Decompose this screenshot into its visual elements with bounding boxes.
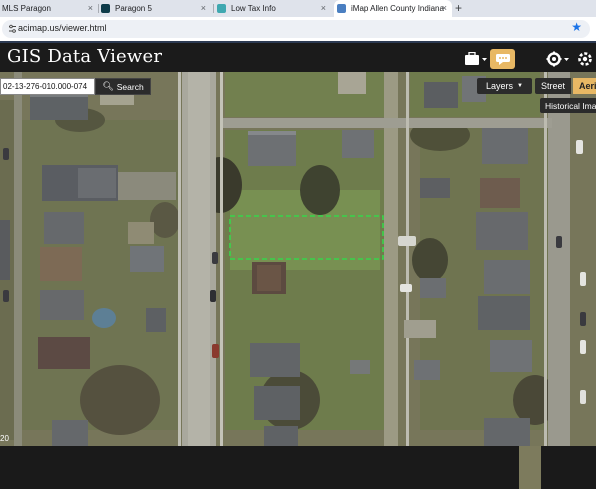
address-bar: acimap.us/viewer.html ★ <box>0 17 596 41</box>
chat-icon <box>495 53 510 65</box>
close-icon[interactable]: × <box>321 3 326 13</box>
parcel-search-input[interactable] <box>0 78 95 95</box>
settings-icon <box>578 52 592 66</box>
layers-label: Layers <box>486 81 514 91</box>
imap-favicon-icon <box>337 4 346 13</box>
tab-label: Low Tax Info <box>231 4 276 13</box>
tab-imap-allen-county[interactable]: iMap Allen County Indiana × <box>334 0 452 17</box>
search-button-label: Search <box>116 81 144 92</box>
tools-button[interactable] <box>545 49 571 69</box>
tab-label: iMap Allen County Indiana <box>351 4 444 13</box>
aerial-label: Aerial <box>579 81 596 91</box>
map-zoom-label: 20 <box>0 434 9 443</box>
tab-label: Paragon 5 <box>115 4 152 13</box>
new-tab-button[interactable]: + <box>455 1 462 15</box>
close-icon[interactable]: × <box>88 3 93 13</box>
browser-tab-strip: MLS Paragon × Paragon 5 × Low Tax Info ×… <box>0 0 596 17</box>
aerial-imagery <box>0 72 596 446</box>
parcel-search: 🔍︎ Search <box>0 78 151 95</box>
app-title: GIS Data Viewer <box>7 46 163 67</box>
tab-mls-paragon[interactable]: MLS Paragon × <box>0 0 98 17</box>
settings-button[interactable] <box>574 49 596 69</box>
briefcase-button[interactable] <box>462 49 490 69</box>
tab-separator <box>213 4 214 13</box>
tab-low-tax-info[interactable]: Low Tax Info × <box>217 0 331 17</box>
aerial-basemap-button[interactable]: Aerial <box>573 78 596 94</box>
search-button[interactable]: 🔍︎ Search <box>95 78 151 95</box>
tab-label: MLS Paragon <box>2 4 51 13</box>
briefcase-icon <box>465 52 487 65</box>
street-basemap-button[interactable]: Street <box>535 78 571 94</box>
tab-separator <box>98 4 99 13</box>
chat-button[interactable] <box>490 49 515 69</box>
paragon-favicon-icon <box>101 4 110 13</box>
layers-dropdown[interactable]: Layers ▼ <box>477 78 532 94</box>
star-icon[interactable]: ★ <box>571 20 582 34</box>
tools-icon <box>546 51 569 67</box>
historical-imagery-label: Historical Imagery <box>545 100 596 111</box>
close-icon[interactable]: × <box>201 3 206 13</box>
app-header: GIS Data Viewer <box>0 41 596 489</box>
omnibox[interactable]: acimap.us/viewer.html ★ <box>2 20 590 38</box>
search-icon: 🔍︎ <box>102 81 114 91</box>
chevron-down-icon: ▼ <box>517 83 523 89</box>
site-settings-icon[interactable] <box>8 24 17 34</box>
street-label: Street <box>540 81 565 91</box>
close-icon[interactable]: × <box>442 3 447 13</box>
aerial-map[interactable] <box>0 72 596 446</box>
tab-paragon-5[interactable]: Paragon 5 × <box>101 0 211 17</box>
historical-imagery-button[interactable]: Historical Imagery <box>540 98 596 113</box>
url-text[interactable]: acimap.us/viewer.html <box>18 23 107 33</box>
low-tax-favicon-icon <box>217 4 226 13</box>
